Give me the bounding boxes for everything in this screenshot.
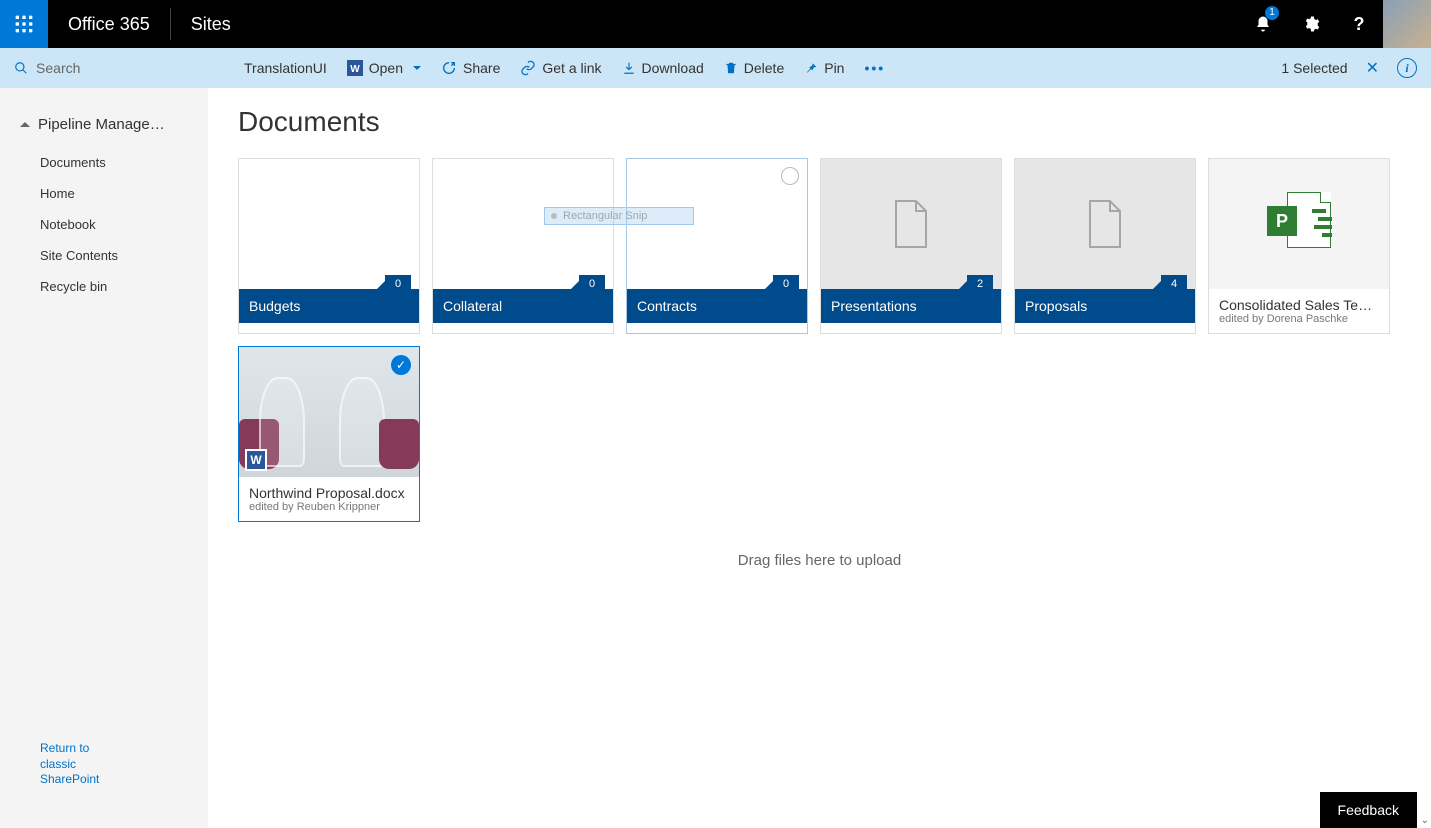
folder-count: 2 [967,275,993,293]
site-header[interactable]: Pipeline Manage… [0,108,208,141]
word-icon: W [245,449,267,471]
folder-name: Budgets [249,298,300,314]
file-tile-project[interactable]: P Consolidated Sales Tea… edited by Dore… [1208,158,1390,334]
help-button[interactable]: ? [1335,0,1383,48]
svg-text:W: W [350,64,360,75]
cmd-label: Open [369,60,403,76]
file-subtitle: edited by Reuben Krippner [249,501,409,513]
product-name[interactable]: Office 365 [48,0,170,48]
notifications-button[interactable]: 1 [1239,0,1287,48]
search-icon [14,60,28,76]
nav-recycle-bin[interactable]: Recycle bin [0,271,208,302]
folder-tile-presentations[interactable]: 2 Presentations [820,158,1002,334]
folder-count: 4 [1161,275,1187,293]
cmd-label: TranslationUI [244,60,327,76]
scroll-down-icon[interactable]: ⌄ [1421,815,1429,826]
folder-preview [821,159,1001,289]
folder-tile-budgets[interactable]: 0 Budgets [238,158,420,334]
drop-hint: Drag files here to upload [238,552,1401,569]
folder-preview [627,159,807,289]
site-name: Pipeline Manage… [38,116,165,133]
folder-preview [239,159,419,289]
folder-count: 0 [773,275,799,293]
search-input[interactable] [36,60,194,76]
delete-cmd[interactable]: Delete [724,60,784,76]
open-cmd[interactable]: W Open [347,60,421,76]
settings-button[interactable] [1287,0,1335,48]
cmd-label: Share [463,60,500,76]
folder-count: 0 [579,275,605,293]
folder-tile-contracts[interactable]: 0 Contracts [626,158,808,334]
details-pane-toggle[interactable]: i [1397,58,1417,78]
app-launcher[interactable] [0,0,48,48]
pin-icon [804,61,818,75]
file-subtitle: edited by Dorena Paschke [1219,313,1379,325]
file-preview: P [1209,159,1389,289]
file-icon [891,199,931,249]
file-tile-word[interactable]: W ✓ Northwind Proposal.docx edited by Re… [238,346,420,522]
notification-badge: 1 [1265,6,1279,20]
feedback-button[interactable]: Feedback [1320,792,1417,828]
folder-preview [433,159,613,289]
folder-name: Contracts [637,298,697,314]
search-box[interactable] [0,48,208,88]
link-icon [520,60,536,76]
cmd-label: Get a link [542,60,601,76]
tile-grid: 0 Budgets 0 Collateral 0 Contracts [238,158,1401,522]
clear-selection[interactable]: ✕ [1362,58,1383,78]
checkmark-icon[interactable]: ✓ [391,355,411,375]
project-icon: P [1267,192,1331,256]
download-icon [622,61,636,75]
chevron-up-icon [20,117,30,127]
folder-preview [1015,159,1195,289]
nav-home[interactable]: Home [0,178,208,209]
cmd-label: Pin [824,60,844,76]
cmd-label: Download [642,60,704,76]
folder-count: 0 [385,275,411,293]
folder-tile-collateral[interactable]: 0 Collateral [432,158,614,334]
share-icon [441,60,457,76]
file-name: Northwind Proposal.docx [249,485,409,501]
file-icon [1085,199,1125,249]
file-name: Consolidated Sales Tea… [1219,297,1379,313]
selection-ring-icon[interactable] [781,167,799,185]
folder-tile-proposals[interactable]: 4 Proposals [1014,158,1196,334]
main-content: Documents 0 Budgets 0 Collateral 0 Contract… [208,88,1431,609]
download-cmd[interactable]: Download [622,60,704,76]
folder-name: Proposals [1025,298,1087,314]
translation-ui-cmd[interactable]: TranslationUI [244,60,327,76]
nav-notebook[interactable]: Notebook [0,209,208,240]
question-icon: ? [1354,14,1365,35]
trash-icon [724,61,738,75]
word-icon: W [347,60,363,76]
more-cmd[interactable]: ••• [864,60,885,76]
page-title: Documents [238,106,1401,138]
user-avatar[interactable] [1383,0,1431,48]
folder-name: Presentations [831,298,917,314]
selection-count: 1 Selected [1281,60,1347,76]
section-name[interactable]: Sites [171,0,251,48]
waffle-icon [14,14,34,34]
cmd-label: Delete [744,60,784,76]
left-nav: Pipeline Manage… Documents Home Notebook… [0,88,208,828]
command-bar: TranslationUI W Open Share Get a link Do… [0,48,1431,88]
get-link-cmd[interactable]: Get a link [520,60,601,76]
top-bar: Office 365 Sites 1 ? [0,0,1431,48]
pin-cmd[interactable]: Pin [804,60,844,76]
nav-documents[interactable]: Documents [0,147,208,178]
share-cmd[interactable]: Share [441,60,500,76]
gear-icon [1302,15,1320,33]
nav-list: Documents Home Notebook Site Contents Re… [0,141,208,308]
file-preview: W ✓ [239,347,419,477]
folder-name: Collateral [443,298,502,314]
return-classic-link[interactable]: Return to classic SharePoint [0,741,140,808]
ellipsis-icon: ••• [864,60,885,76]
nav-site-contents[interactable]: Site Contents [0,240,208,271]
